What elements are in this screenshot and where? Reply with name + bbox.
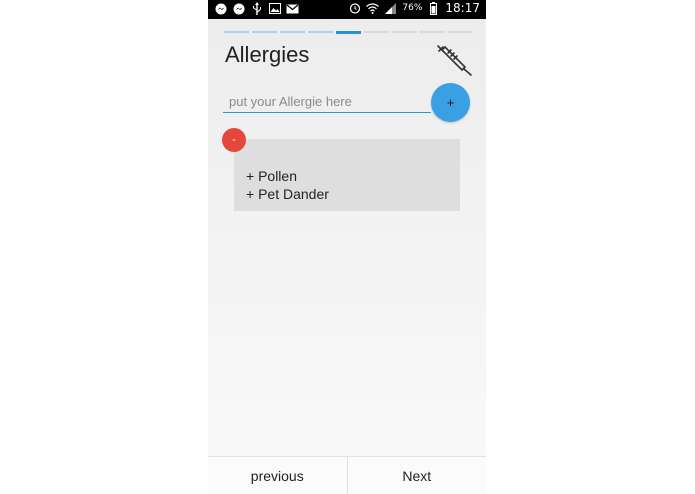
- progress-step: [280, 31, 305, 33]
- notification-icons: [214, 2, 299, 15]
- allergy-list: + Pollen + Pet Dander: [234, 139, 460, 211]
- next-button[interactable]: Next: [348, 457, 487, 494]
- syringe-icon: [437, 45, 472, 76]
- image-icon: [268, 2, 281, 15]
- wifi-icon: [366, 2, 380, 15]
- progress-step: [420, 31, 445, 33]
- battery-icon: [427, 1, 440, 15]
- list-item: + Pollen: [246, 168, 297, 184]
- status-bar: 76% 18:17: [208, 0, 486, 19]
- messenger-icon: [232, 2, 245, 15]
- allergy-list-items: + Pollen + Pet Dander: [246, 167, 329, 203]
- system-icons: 76% 18:17: [348, 1, 480, 15]
- remove-allergy-button[interactable]: -: [222, 128, 246, 152]
- allergy-input[interactable]: [223, 90, 431, 113]
- bottom-navigation: previous Next: [208, 456, 486, 494]
- battery-percent: 76%: [402, 3, 423, 13]
- progress-step: [224, 31, 249, 33]
- clock: 18:17: [445, 1, 480, 15]
- previous-button[interactable]: previous: [208, 457, 347, 494]
- usb-icon: [250, 2, 263, 15]
- list-item: + Pet Dander: [246, 186, 329, 202]
- gmail-icon: [286, 2, 299, 15]
- page-title: Allergies: [225, 42, 310, 67]
- progress-step: [364, 31, 389, 33]
- progress-step: [252, 31, 277, 33]
- alarm-icon: [348, 2, 361, 15]
- progress-step-current: [336, 30, 361, 34]
- step-progress: [224, 30, 473, 34]
- signal-icon: [384, 2, 397, 15]
- progress-step: [448, 31, 473, 33]
- add-allergy-button[interactable]: +: [431, 83, 470, 122]
- messenger-icon: [214, 2, 227, 15]
- app-screen: 76% 18:17 Allergies +: [208, 0, 486, 494]
- progress-step: [392, 31, 417, 33]
- progress-step: [308, 31, 333, 33]
